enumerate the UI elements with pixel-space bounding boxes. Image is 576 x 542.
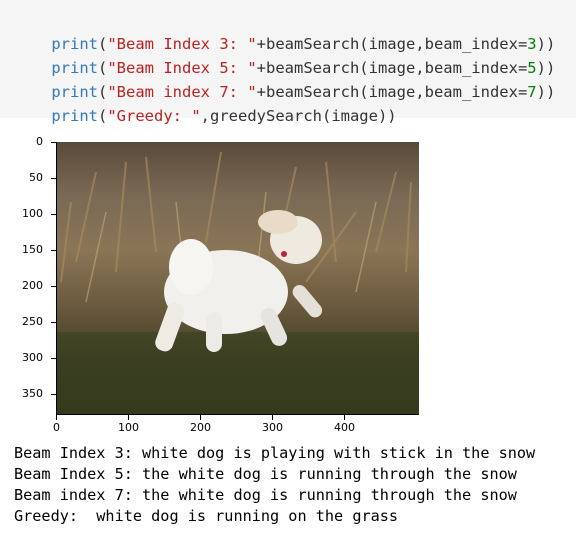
y-tick	[51, 178, 56, 179]
y-tick	[51, 358, 56, 359]
output-line-beam-7: Beam index 7: the white dog is running t…	[14, 486, 517, 504]
photo-illustration	[56, 151, 419, 414]
code-paren: (	[98, 107, 108, 125]
code-cell[interactable]: print("Beam Index 3: "+beamSearch(image,…	[0, 0, 576, 125]
y-tick	[51, 286, 56, 287]
y-tick-label: 250	[22, 315, 43, 328]
y-tick-label: 150	[22, 243, 43, 256]
x-tick-label: 100	[118, 421, 139, 434]
y-tick	[51, 142, 56, 143]
y-tick-label: 200	[22, 279, 43, 292]
output-line-beam-3: Beam Index 3: white dog is playing with …	[14, 444, 536, 462]
x-tick-label: 300	[262, 421, 283, 434]
x-tick	[56, 415, 57, 420]
x-axis	[56, 414, 419, 415]
x-tick-label: 400	[334, 421, 355, 434]
x-tick-label: 0	[53, 421, 60, 434]
x-tick-label: 200	[190, 421, 211, 434]
x-tick	[272, 415, 273, 420]
y-tick-label: 300	[22, 351, 43, 364]
y-tick-label: 0	[36, 135, 43, 148]
dog-photo	[56, 142, 419, 414]
print-keyword: print	[51, 107, 98, 125]
image-plot: 0 50 100 150 200 250 300 350 0 100 200 3…	[0, 128, 576, 438]
output-line-greedy: Greedy: white dog is running on the gras…	[14, 507, 399, 525]
y-tick	[51, 322, 56, 323]
x-tick	[128, 415, 129, 420]
code-paren: ))	[536, 83, 556, 101]
code-string: "Greedy: "	[107, 107, 201, 125]
output-line-beam-5: Beam Index 5: the white dog is running t…	[14, 465, 517, 483]
y-tick-label: 100	[22, 207, 43, 220]
y-axis	[56, 142, 57, 414]
x-tick	[344, 415, 345, 420]
y-tick	[51, 394, 56, 395]
x-tick	[200, 415, 201, 420]
y-tick-label: 350	[22, 387, 43, 400]
code-call: ,greedySearch(image))	[200, 107, 397, 125]
y-tick-label: 50	[29, 171, 43, 184]
code-number: 7	[527, 83, 537, 101]
y-tick	[51, 250, 56, 251]
y-tick	[51, 214, 56, 215]
